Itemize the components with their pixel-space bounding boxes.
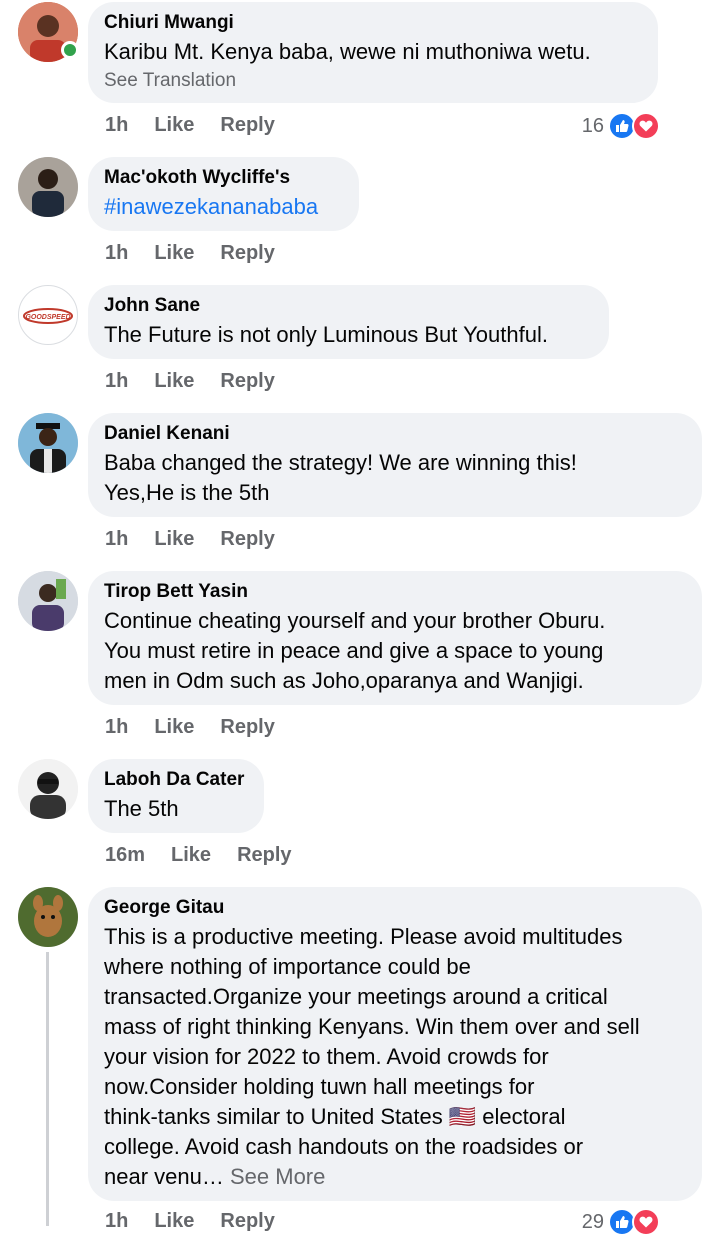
- comment-text-line: now.Consider holding tuwn hall meetings …: [104, 1074, 535, 1099]
- comment-author[interactable]: Chiuri Mwangi: [104, 12, 642, 34]
- avatar[interactable]: [18, 413, 78, 473]
- comment-time[interactable]: 1h: [105, 242, 128, 265]
- comment-text-line: You must retire in peace and give a spac…: [104, 638, 604, 663]
- comment-time[interactable]: 1h: [105, 114, 128, 137]
- online-status-dot: [61, 41, 79, 59]
- comment-actions: 1h Like Reply: [105, 370, 301, 393]
- comment-time[interactable]: 1h: [105, 1210, 128, 1233]
- comment-bubble[interactable]: Chiuri Mwangi Karibu Mt. Kenya baba, wew…: [88, 2, 658, 103]
- comment-actions: 1h Like Reply: [105, 114, 301, 137]
- comment-text-line: where nothing of importance could be: [104, 954, 471, 979]
- comment-time[interactable]: 16m: [105, 844, 145, 867]
- reply-button[interactable]: Reply: [220, 528, 274, 551]
- comment-text: Karibu Mt. Kenya baba, wewe ni muthoniwa…: [104, 39, 591, 64]
- see-more-link[interactable]: See More: [230, 1164, 325, 1189]
- comment-text: The 5th: [104, 796, 179, 821]
- comment-time[interactable]: 1h: [105, 716, 128, 739]
- avatar[interactable]: [18, 887, 78, 947]
- comment-bubble[interactable]: Daniel Kenani Baba changed the strategy!…: [88, 413, 702, 517]
- comment-text-line: transacted.Organize your meetings around…: [104, 984, 608, 1009]
- comment-bubble[interactable]: George Gitau This is a productive meetin…: [88, 887, 702, 1201]
- comment-text-line: Baba changed the strategy! We are winnin…: [104, 450, 577, 475]
- comment-author[interactable]: George Gitau: [104, 897, 686, 919]
- comment-bubble[interactable]: Tirop Bett Yasin Continue cheating yours…: [88, 571, 702, 705]
- reaction-summary[interactable]: 29: [582, 1208, 660, 1236]
- avatar[interactable]: [18, 571, 78, 631]
- comment-author[interactable]: Laboh Da Cater: [104, 769, 248, 791]
- reply-thread-line: [46, 952, 49, 1226]
- comment-time[interactable]: 1h: [105, 370, 128, 393]
- avatar-logo-text: GOODSPEED: [25, 314, 70, 321]
- comment-text: The Future is not only Luminous But Yout…: [104, 322, 548, 347]
- avatar[interactable]: [18, 759, 78, 819]
- comment-text-line: think-tanks similar to United States 🇺🇸 …: [104, 1104, 566, 1129]
- comment-text-line-last: near venu… See More: [104, 1162, 686, 1192]
- comment-actions: 16m Like Reply: [105, 844, 318, 867]
- comment-text: Continue cheating yourself and your brot…: [104, 606, 686, 696]
- comment-bubble[interactable]: Mac'okoth Wycliffe's #inawezekananababa: [88, 157, 359, 231]
- hashtag-link[interactable]: #inawezekananababa: [104, 192, 343, 222]
- reply-button[interactable]: Reply: [220, 370, 274, 393]
- comment-actions: 1h Like Reply: [105, 528, 301, 551]
- like-button[interactable]: Like: [154, 716, 194, 739]
- like-button[interactable]: Like: [154, 370, 194, 393]
- comment-text-line: your vision for 2022 to them. Avoid crow…: [104, 1044, 549, 1069]
- reaction-count: 16: [581, 114, 604, 137]
- heart-icon: [632, 1208, 660, 1236]
- comment-author[interactable]: Daniel Kenani: [104, 423, 686, 445]
- avatar[interactable]: [18, 157, 78, 217]
- like-button[interactable]: Like: [171, 844, 211, 867]
- comment-author[interactable]: John Sane: [104, 295, 593, 317]
- avatar[interactable]: GOODSPEED: [18, 285, 78, 345]
- comment-text-line: men in Odm such as Joho,oparanya and Wan…: [104, 668, 584, 693]
- comment-text: Baba changed the strategy! We are winnin…: [104, 448, 686, 508]
- reply-button[interactable]: Reply: [237, 844, 291, 867]
- comment-text-truncated: near venu…: [104, 1164, 224, 1189]
- comment-text-line: mass of right thinking Kenyans. Win them…: [104, 1014, 640, 1039]
- reply-button[interactable]: Reply: [220, 716, 274, 739]
- reaction-summary[interactable]: 16: [582, 112, 660, 140]
- reply-button[interactable]: Reply: [220, 1210, 274, 1233]
- comment-actions: 1h Like Reply: [105, 716, 301, 739]
- comment-text: This is a productive meeting. Please avo…: [104, 922, 686, 1192]
- comment-bubble[interactable]: John Sane The Future is not only Luminou…: [88, 285, 609, 359]
- comment-author[interactable]: Mac'okoth Wycliffe's: [104, 167, 343, 189]
- see-translation-link[interactable]: See Translation: [104, 70, 642, 92]
- comment-actions: 1h Like Reply: [105, 242, 301, 265]
- like-button[interactable]: Like: [154, 114, 194, 137]
- like-button[interactable]: Like: [154, 1210, 194, 1233]
- comment-text-line: college. Avoid cash handouts on the road…: [104, 1134, 584, 1159]
- comment-actions: 1h Like Reply: [105, 1210, 301, 1233]
- comment-text-line: This is a productive meeting. Please avo…: [104, 924, 623, 949]
- reply-button[interactable]: Reply: [220, 114, 274, 137]
- comment-bubble[interactable]: Laboh Da Cater The 5th: [88, 759, 264, 833]
- comment-author[interactable]: Tirop Bett Yasin: [104, 581, 686, 603]
- comment-text-line: Continue cheating yourself and your brot…: [104, 608, 606, 633]
- like-button[interactable]: Like: [154, 242, 194, 265]
- comment-text-line: Yes,He is the 5th: [104, 480, 270, 505]
- comment-time[interactable]: 1h: [105, 528, 128, 551]
- reaction-count: 29: [581, 1210, 604, 1233]
- like-button[interactable]: Like: [154, 528, 194, 551]
- heart-icon: [632, 112, 660, 140]
- reply-button[interactable]: Reply: [220, 242, 274, 265]
